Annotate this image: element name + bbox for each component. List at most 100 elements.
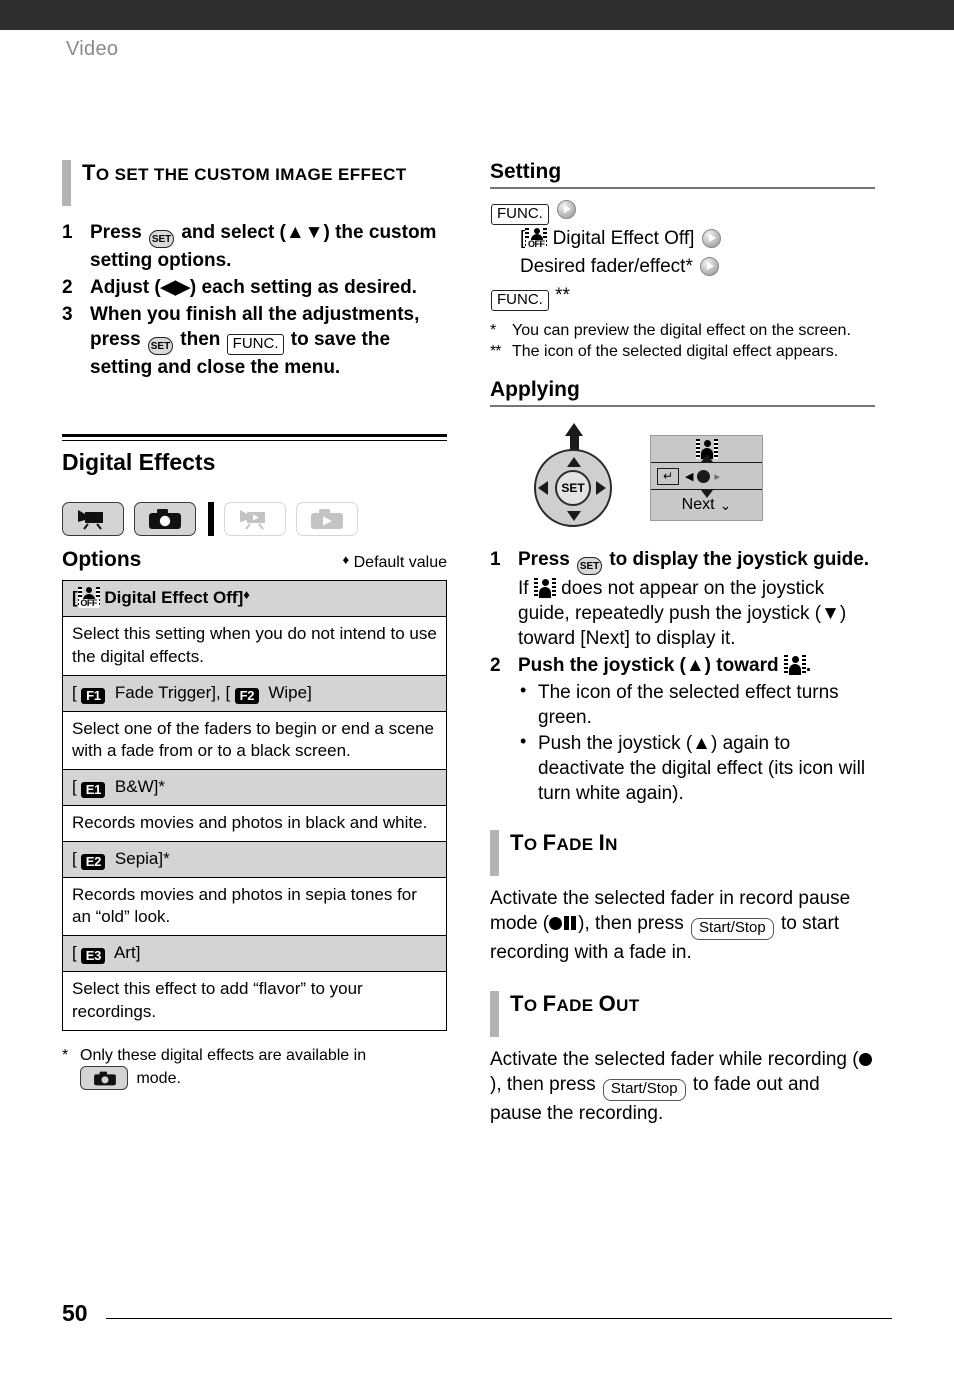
step-number: 3: [62, 304, 73, 326]
guide-left-triangle-icon: ◀: [685, 470, 694, 483]
table-row: Records movies and photos in black and w…: [62, 804, 447, 842]
record-dot-icon: [549, 917, 563, 931]
fade-in-heading: TO FADE IN: [490, 829, 875, 876]
running-head: Video: [66, 38, 119, 60]
table-row: Select this setting when you do not inte…: [62, 616, 447, 676]
default-marker-icon: ♦: [243, 587, 250, 603]
note-item: ** The icon of the selected digital effe…: [490, 342, 875, 363]
digital-effect-options-table: [OFF Digital Effect Off]♦ Select this se…: [62, 580, 447, 1031]
fade-out-text-before: Activate the selected fader while record…: [490, 1048, 859, 1070]
setting-divider: [490, 187, 875, 189]
guide-down-triangle-icon: [700, 490, 713, 499]
flow-line-1: FUNC.: [490, 196, 875, 225]
mode-chip-photo-record: [134, 502, 196, 537]
guide-next-row[interactable]: Next ⌄: [651, 490, 762, 520]
start-stop-button-icon[interactable]: Start/Stop: [691, 918, 774, 940]
step-number: 1: [62, 222, 73, 243]
footer-rule: [106, 1318, 892, 1319]
table-row: [ E1 B&W]*: [62, 768, 447, 806]
flow-arrow-icon: [700, 257, 720, 277]
step-text-cont: then: [180, 329, 221, 351]
joystick-up-triangle-icon: [567, 457, 581, 468]
fade-in-body: Activate the selected fader in record pa…: [490, 886, 875, 965]
step-number: 1: [490, 549, 501, 571]
right-column: Setting FUNC. [OFF Digital Effect Off] D…: [490, 160, 875, 1126]
movie-playback-icon: [240, 510, 265, 530]
joystick-guide-panel: ↵ ◀ ▸ Next ⌄: [650, 435, 763, 522]
default-value-note: ♦ Default value: [343, 552, 447, 572]
step-sub-paragraph: If does not appear on the joystick guide…: [518, 576, 875, 651]
option-description-cell: Records movies and photos in black and w…: [62, 804, 447, 842]
list-item: Push the joystick (▲) again to deactivat…: [518, 730, 875, 806]
digital-effect-off-icon: OFF: [77, 587, 100, 609]
fade-in-text-mid: ), then press: [578, 913, 684, 935]
option-label: B&W]*: [114, 776, 165, 796]
options-footnote: * Only these digital effects are availab…: [62, 1045, 447, 1091]
step-number: 2: [62, 277, 73, 299]
fade-out-heading: TO FADE OUT: [490, 990, 875, 1037]
footnote-marker: *: [62, 1046, 69, 1064]
page-title: Digital Effects: [62, 449, 216, 476]
joystick-illustration: SET: [520, 423, 614, 533]
joystick-down-triangle-icon: [567, 511, 581, 522]
flow-line-3: Desired fader/effect*: [490, 253, 875, 282]
flow-footnote-marks: **: [555, 284, 570, 306]
note-text: The icon of the selected digital effect …: [512, 343, 839, 361]
guide-right-triangle-icon: ▸: [714, 470, 720, 483]
guide-center-dot-icon: [697, 469, 711, 483]
note-marker: **: [490, 343, 501, 361]
step-text: Push the joystick (▲) toward: [518, 655, 779, 677]
set-button-icon[interactable]: SET: [149, 230, 175, 248]
set-button-icon[interactable]: SET: [147, 337, 173, 356]
note-item: * You can preview the digital effect on …: [490, 321, 875, 342]
options-label: Options: [62, 548, 142, 572]
func-button-icon[interactable]: FUNC.: [491, 204, 549, 225]
default-marker-icon: ♦: [342, 552, 350, 568]
guide-middle-row: ↵ ◀ ▸: [651, 462, 762, 491]
mode-separator: [208, 502, 214, 537]
fade-in-heading-text: TO FADE IN: [510, 829, 618, 855]
applying-steps: 1 Press SET to display the joystick guid…: [490, 547, 875, 806]
photo-camera-icon: [94, 1071, 116, 1086]
option-label: Sepia]*: [114, 849, 170, 869]
digital-effect-icon: [783, 655, 806, 676]
func-button-icon[interactable]: FUNC.: [491, 289, 549, 311]
page-number: 50: [62, 1300, 88, 1326]
effect-badge-e1: E1: [81, 781, 106, 798]
table-row: [ E3 Art]: [62, 935, 447, 972]
guide-top-row: [651, 436, 762, 463]
step-text-cont: to display the joystick guide.: [609, 549, 870, 571]
digital-effect-off-icon: OFF: [525, 227, 548, 249]
joystick-set-hub: SET: [555, 470, 591, 507]
option-header-cell: [OFF Digital Effect Off]♦: [62, 580, 447, 617]
func-button-icon[interactable]: FUNC.: [226, 334, 285, 355]
movie-camera-icon: [78, 510, 103, 530]
flow-line-2: [OFF Digital Effect Off]: [490, 225, 875, 254]
joystick-figure: SET ↵ ◀ ▸ Next ⌄: [490, 423, 875, 533]
step-text: Press: [90, 222, 142, 243]
table-row: [OFF Digital Effect Off]♦: [62, 580, 447, 617]
table-row: Select one of the faders to begin or end…: [62, 710, 447, 770]
setting-menu-flow: FUNC. [OFF Digital Effect Off] Desired f…: [490, 196, 875, 311]
step-text: Press: [518, 549, 570, 571]
sub-text-after: does not appear on the joystick guide, r…: [518, 578, 847, 650]
effect-badge-e3: E3: [81, 948, 106, 965]
mode-chip-photo-playback: [296, 502, 358, 537]
set-button-icon[interactable]: SET: [577, 557, 603, 576]
list-item: The icon of the selected effect turns gr…: [518, 679, 875, 730]
fade-out-body: Activate the selected fader while record…: [490, 1047, 875, 1126]
flow-arrow-icon: [557, 200, 577, 219]
section-divider: [62, 434, 447, 442]
step-item: 2 Push the joystick (▲) toward . The ico…: [490, 653, 875, 805]
pause-bars-icon: [564, 912, 578, 937]
option-description-cell: Select this effect to add “flavor” to yo…: [62, 971, 447, 1031]
start-stop-button-icon[interactable]: Start/Stop: [602, 1079, 686, 1101]
photo-playback-icon: [311, 509, 343, 530]
fade-out-heading-text: TO FADE OUT: [510, 990, 640, 1016]
step-text-cont: and select (▲▼) the custom setting optio…: [90, 222, 437, 271]
mode-chip-movie-playback: [224, 502, 286, 537]
sub-text-before: If: [518, 578, 529, 600]
option-header-cell: [ E3 Art]: [62, 935, 447, 972]
applying-bullet-list: The icon of the selected effect turns gr…: [518, 679, 875, 806]
footnote-text: Only these digital effects are available…: [80, 1046, 367, 1064]
